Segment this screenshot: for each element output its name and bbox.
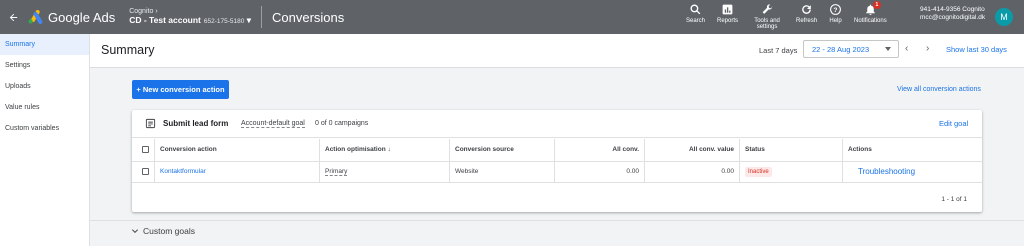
divider bbox=[261, 6, 262, 28]
user-account-line: 941-414-9356 Cognito bbox=[920, 6, 985, 13]
user-info[interactable]: 941-414-9356 Cognito mcc@cognitodigital.… bbox=[920, 6, 985, 23]
sidebar: Summary Settings Uploads Value rules Cus… bbox=[0, 34, 90, 246]
avatar[interactable]: M bbox=[995, 8, 1013, 26]
back-button[interactable] bbox=[2, 0, 24, 34]
account-name: CD - Test account bbox=[129, 15, 201, 26]
chevron-right-icon: › bbox=[926, 43, 930, 54]
status-badge: Inactive bbox=[745, 166, 772, 177]
row-checkbox[interactable] bbox=[142, 167, 149, 175]
top-app-bar: Google Ads Cognito › CD - Test account 65… bbox=[0, 0, 1024, 34]
page-header: Summary Last 7 days 22 - 28 Aug 2023 ‹ ›… bbox=[90, 34, 1024, 68]
toolbar: Search Reports Tools and settings Refres… bbox=[680, 0, 893, 34]
user-email: mcc@cognitodigital.dk bbox=[920, 14, 986, 22]
previous-period-button[interactable]: ‹ bbox=[905, 43, 908, 54]
conversion-action-link[interactable]: Kontaktformular bbox=[160, 168, 206, 175]
chevron-left-icon: ‹ bbox=[905, 43, 909, 54]
divider bbox=[90, 220, 1024, 221]
refresh-icon bbox=[802, 5, 811, 14]
table-header-row: Conversion action Action optimisation ↓ … bbox=[132, 139, 982, 162]
date-range-value: 22 - 28 Aug 2023 bbox=[812, 44, 870, 54]
col-all-conv[interactable]: All conv. bbox=[554, 139, 645, 162]
arrow-left-icon bbox=[9, 13, 17, 21]
tool-label: Notifications bbox=[854, 18, 887, 24]
refresh-button[interactable]: Refresh bbox=[796, 0, 817, 24]
new-conversion-action-button[interactable]: + New conversion action bbox=[132, 80, 229, 99]
goal-name: Submit lead form bbox=[163, 119, 229, 128]
select-all-cell bbox=[132, 139, 155, 162]
account-id: 652-175-5180 bbox=[203, 18, 245, 26]
source-cell: Website bbox=[449, 161, 555, 183]
chevron-down-icon bbox=[131, 229, 139, 234]
google-ads-logo-icon bbox=[28, 10, 43, 24]
help-icon: ? bbox=[830, 4, 841, 15]
col-conversion-action[interactable]: Conversion action bbox=[154, 139, 320, 162]
goal-campaigns: 0 of 0 campaigns bbox=[315, 120, 369, 127]
show-last-30-days-link[interactable]: Show last 30 days bbox=[946, 45, 1007, 54]
goal-card: Submit lead form Account-default goal 0 … bbox=[132, 110, 982, 212]
tool-label: Tools and settings bbox=[754, 18, 780, 31]
google-ads-logo[interactable]: Google Ads bbox=[28, 10, 115, 25]
tool-label: Help bbox=[829, 18, 842, 24]
notification-badge: 1 bbox=[872, 1, 881, 9]
help-button[interactable]: ? Help bbox=[829, 0, 842, 24]
sidebar-item-summary[interactable]: Summary bbox=[0, 34, 89, 55]
custom-goals-label: Custom goals bbox=[143, 226, 195, 236]
notifications-button[interactable]: 1 Notifications bbox=[854, 0, 887, 24]
date-range-select[interactable]: 22 - 28 Aug 2023 bbox=[803, 40, 899, 58]
caret-down-icon bbox=[885, 47, 891, 51]
reports-button[interactable]: Reports bbox=[717, 0, 738, 24]
custom-goals-toggle[interactable]: Custom goals bbox=[131, 226, 195, 236]
sidebar-item-settings[interactable]: Settings bbox=[0, 55, 89, 76]
caret-down-icon: ▾ bbox=[246, 15, 251, 26]
col-label: Action optimisation bbox=[325, 146, 386, 154]
actions-cell: Troubleshooting bbox=[842, 161, 982, 183]
sidebar-item-value-rules[interactable]: Value rules bbox=[0, 97, 89, 118]
tool-label: Reports bbox=[717, 18, 739, 24]
col-actions: Actions bbox=[842, 139, 982, 162]
sidebar-item-uploads[interactable]: Uploads bbox=[0, 76, 89, 97]
conversion-actions-table: Conversion action Action optimisation ↓ … bbox=[132, 139, 982, 183]
lead-form-icon bbox=[145, 118, 156, 129]
page-title: Conversions bbox=[272, 9, 345, 25]
troubleshooting-link[interactable]: Troubleshooting bbox=[848, 167, 915, 176]
tools-settings-button[interactable]: Tools and settings bbox=[750, 0, 784, 31]
wrench-icon bbox=[762, 4, 772, 14]
tool-label: Search bbox=[686, 18, 706, 24]
tool-label: Refresh bbox=[796, 18, 818, 24]
row-select-cell bbox=[132, 161, 155, 183]
svg-text:?: ? bbox=[834, 7, 838, 14]
logo-text: Google Ads bbox=[48, 9, 116, 25]
col-action-optimisation[interactable]: Action optimisation ↓ bbox=[319, 139, 450, 162]
sidebar-item-custom-variables[interactable]: Custom variables bbox=[0, 118, 89, 139]
optimisation-cell: Primary bbox=[319, 161, 450, 183]
arrow-down-icon: ↓ bbox=[387, 146, 391, 154]
reports-icon bbox=[722, 4, 733, 15]
account-switcher[interactable]: Cognito › CD - Test account 652-175-5180 … bbox=[129, 8, 251, 25]
search-button[interactable]: Search bbox=[686, 0, 705, 24]
search-icon bbox=[690, 4, 701, 15]
select-all-checkbox[interactable] bbox=[142, 146, 149, 154]
goal-default-tag[interactable]: Account-default goal bbox=[241, 120, 305, 128]
summary-title: Summary bbox=[101, 43, 155, 57]
optimisation-value[interactable]: Primary bbox=[325, 168, 348, 176]
col-conversion-source[interactable]: Conversion source bbox=[449, 139, 555, 162]
next-period-button[interactable]: › bbox=[926, 43, 929, 54]
col-status[interactable]: Status bbox=[739, 139, 843, 162]
col-all-conv-value[interactable]: All conv. value bbox=[644, 139, 740, 162]
table-row: Kontaktformular Primary Website 0.00 0.0… bbox=[132, 161, 982, 183]
view-all-conversion-actions-link[interactable]: View all conversion actions bbox=[897, 86, 981, 93]
pagination-info: 1 - 1 of 1 bbox=[941, 196, 967, 203]
status-cell: Inactive bbox=[739, 161, 843, 183]
edit-goal-link[interactable]: Edit goal bbox=[939, 119, 968, 128]
conversion-action-cell: Kontaktformular bbox=[154, 161, 320, 183]
goal-card-header: Submit lead form Account-default goal 0 … bbox=[132, 110, 982, 138]
date-range-label: Last 7 days bbox=[759, 46, 798, 55]
all-conv-value-cell: 0.00 bbox=[644, 161, 740, 183]
all-conv-cell: 0.00 bbox=[554, 161, 645, 183]
